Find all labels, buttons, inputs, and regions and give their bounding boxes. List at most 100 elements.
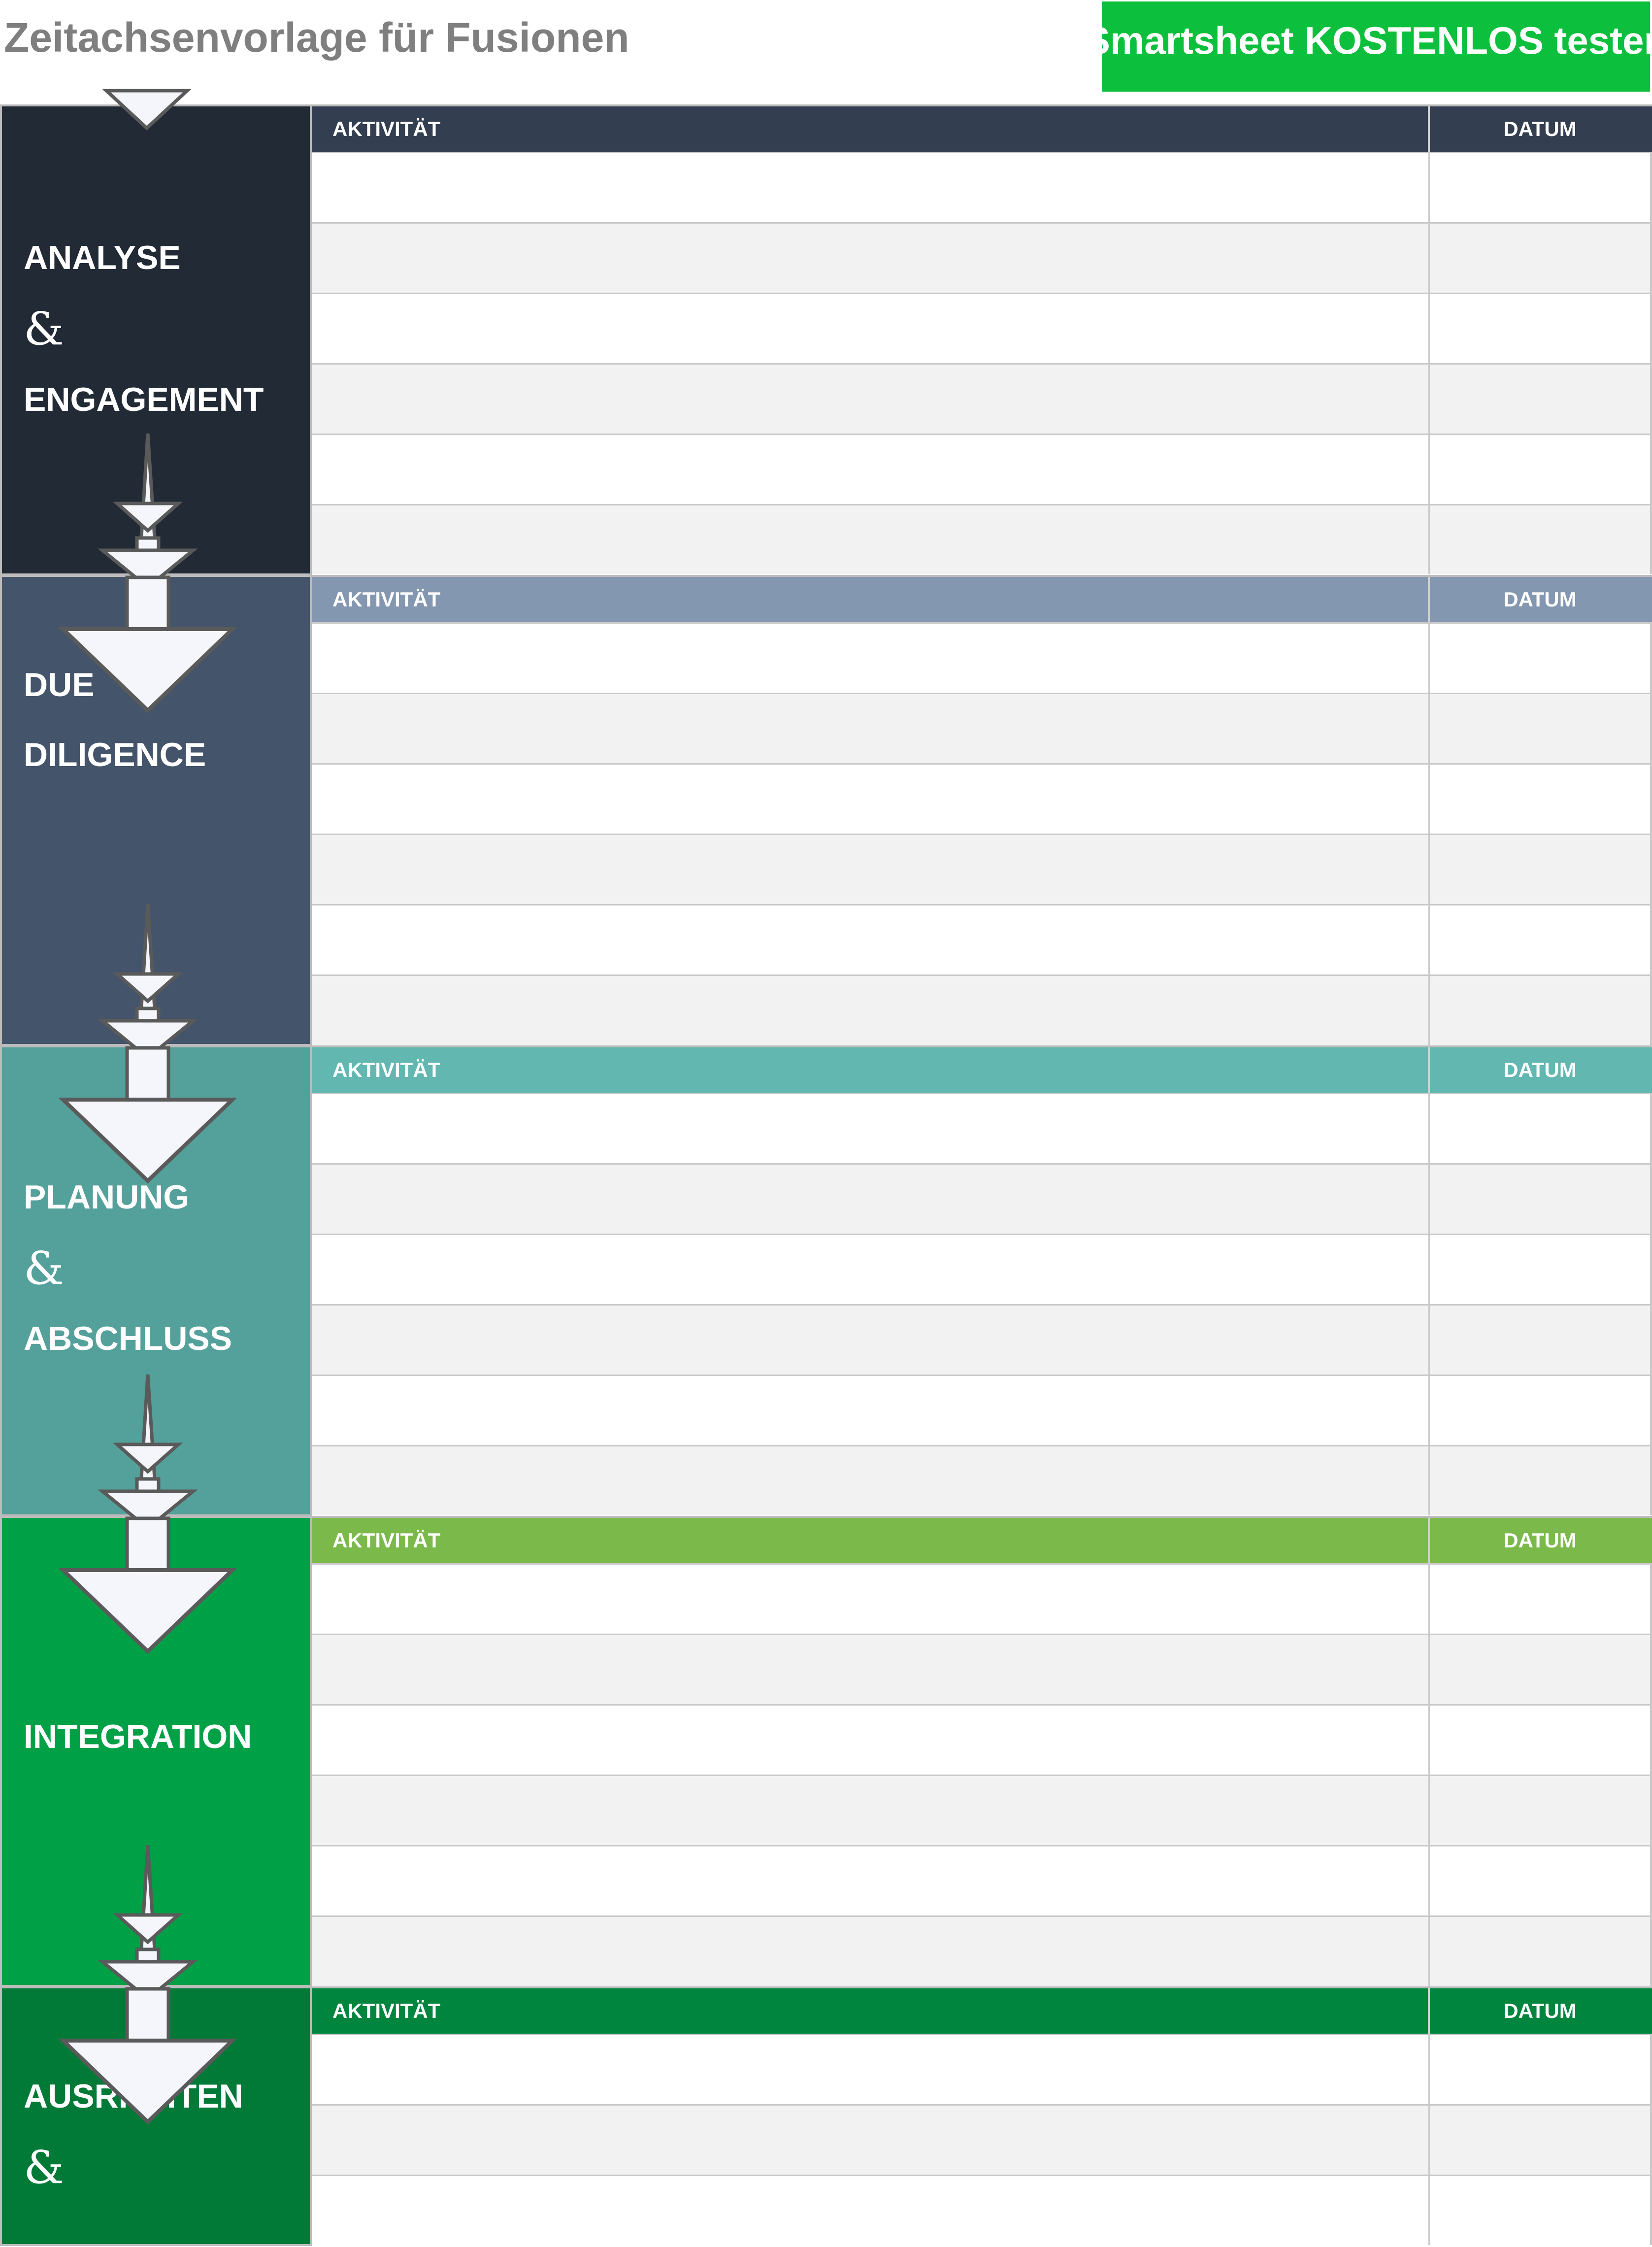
- date-cell[interactable]: [1430, 2176, 1650, 2245]
- date-cell[interactable]: [1430, 1094, 1650, 1163]
- activity-table: AKTIVITÄT DATUM: [312, 1986, 1652, 2245]
- date-cell[interactable]: [1430, 153, 1650, 222]
- activity-cell[interactable]: [312, 835, 1430, 904]
- phase-section: ANALYSE & ENGAGEMENT AKTIVITÄT DATUM: [0, 104, 1652, 575]
- table-row: [312, 1304, 1652, 1375]
- table-row: [312, 1563, 1652, 1634]
- down-arrow-icon: [59, 433, 236, 713]
- date-cell[interactable]: [1430, 1235, 1650, 1304]
- activity-cell[interactable]: [312, 505, 1430, 574]
- date-cell[interactable]: [1430, 1706, 1650, 1775]
- table-row: [312, 1775, 1652, 1845]
- table-header: AKTIVITÄT DATUM: [312, 1047, 1652, 1093]
- table-row: [312, 504, 1652, 574]
- activity-cell[interactable]: [312, 1094, 1430, 1163]
- activity-cell[interactable]: [312, 2176, 1430, 2245]
- date-cell[interactable]: [1430, 1565, 1650, 1634]
- date-cell[interactable]: [1430, 1446, 1650, 1515]
- activity-cell[interactable]: [312, 1306, 1430, 1375]
- phase-ampersand: &: [24, 2141, 64, 2194]
- date-cell[interactable]: [1430, 694, 1650, 763]
- table-row: [312, 1375, 1652, 1445]
- column-header-date: DATUM: [1503, 1058, 1577, 1081]
- activity-cell[interactable]: [312, 1235, 1430, 1304]
- phase-label: ABSCHLUSS: [24, 1320, 232, 1357]
- activity-table: AKTIVITÄT DATUM: [312, 1516, 1652, 1986]
- date-cell[interactable]: [1430, 2106, 1650, 2175]
- table-row: [312, 1093, 1652, 1163]
- column-header-date: DATUM: [1503, 588, 1577, 611]
- activity-cell[interactable]: [312, 294, 1430, 363]
- date-cell[interactable]: [1430, 1846, 1650, 1915]
- date-cell[interactable]: [1430, 224, 1650, 293]
- table-row: [312, 152, 1652, 222]
- small-down-arrow-icon: [102, 89, 191, 131]
- table-row: [312, 2175, 1652, 2245]
- table-row: [312, 1634, 1652, 1704]
- activity-cell[interactable]: [312, 224, 1430, 293]
- activity-cell[interactable]: [312, 1376, 1430, 1445]
- date-cell[interactable]: [1430, 365, 1650, 434]
- activity-cell[interactable]: [312, 1165, 1430, 1234]
- date-cell[interactable]: [1430, 624, 1650, 693]
- table-row: [312, 363, 1652, 434]
- table-row: [312, 222, 1652, 293]
- table-row: [312, 2104, 1652, 2175]
- activity-cell[interactable]: [312, 2106, 1430, 2175]
- activity-cell[interactable]: [312, 906, 1430, 974]
- activity-cell[interactable]: [312, 1706, 1430, 1775]
- table-row: [312, 974, 1652, 1045]
- phase-section: DUE DILIGENCE AKTIVITÄT DATUM: [0, 575, 1652, 1046]
- activity-cell[interactable]: [312, 976, 1430, 1045]
- date-cell[interactable]: [1430, 1165, 1650, 1234]
- activity-cell[interactable]: [312, 624, 1430, 693]
- column-header-date: DATUM: [1503, 1999, 1577, 2022]
- table-header: AKTIVITÄT DATUM: [312, 1518, 1652, 1563]
- smartsheet-trial-button[interactable]: Smartsheet KOSTENLOS testen: [1085, 1, 1652, 92]
- activity-cell[interactable]: [312, 153, 1430, 222]
- page-title: Zeitachsenvorlage für Fusionen: [4, 14, 629, 61]
- date-cell[interactable]: [1430, 765, 1650, 834]
- date-cell[interactable]: [1430, 906, 1650, 974]
- table-row: [312, 904, 1652, 974]
- table-row: [312, 834, 1652, 904]
- activity-cell[interactable]: [312, 1635, 1430, 1704]
- table-header: AKTIVITÄT DATUM: [312, 1988, 1652, 2034]
- activity-table: AKTIVITÄT DATUM: [312, 575, 1652, 1045]
- table-row: [312, 693, 1652, 763]
- activity-cell[interactable]: [312, 1446, 1430, 1515]
- date-cell[interactable]: [1430, 1635, 1650, 1704]
- activity-cell[interactable]: [312, 2035, 1430, 2104]
- date-cell[interactable]: [1430, 1776, 1650, 1845]
- table-row: [312, 293, 1652, 363]
- activity-cell[interactable]: [312, 435, 1430, 504]
- date-cell[interactable]: [1430, 294, 1650, 363]
- column-header-activity: AKTIVITÄT: [312, 1047, 1430, 1093]
- date-cell[interactable]: [1430, 1376, 1650, 1445]
- activity-cell[interactable]: [312, 1565, 1430, 1634]
- date-cell[interactable]: [1430, 835, 1650, 904]
- phase-section: AUSRICHTEN&AKTIVITÄTDATUM: [0, 1986, 1652, 2246]
- date-cell[interactable]: [1430, 2035, 1650, 2104]
- phase-label: ENGAGEMENT: [24, 381, 264, 418]
- column-header-date: DATUM: [1503, 1529, 1577, 1552]
- date-cell[interactable]: [1430, 435, 1650, 504]
- activity-cell[interactable]: [312, 694, 1430, 763]
- date-cell[interactable]: [1430, 976, 1650, 1045]
- activity-cell[interactable]: [312, 1846, 1430, 1915]
- activity-table: AKTIVITÄT DATUM: [312, 1045, 1652, 1515]
- activity-cell[interactable]: [312, 1776, 1430, 1845]
- table-row: [312, 434, 1652, 504]
- date-cell[interactable]: [1430, 1917, 1650, 1986]
- table-header: AKTIVITÄT DATUM: [312, 577, 1652, 622]
- table-row: [312, 763, 1652, 834]
- table-row: [312, 1915, 1652, 1986]
- activity-cell[interactable]: [312, 765, 1430, 834]
- activity-cell[interactable]: [312, 365, 1430, 434]
- down-arrow-icon: [59, 1374, 236, 1654]
- table-header: AKTIVITÄT DATUM: [312, 106, 1652, 152]
- activity-cell[interactable]: [312, 1917, 1430, 1986]
- date-cell[interactable]: [1430, 505, 1650, 574]
- date-cell[interactable]: [1430, 1306, 1650, 1375]
- phase-section: PLANUNG & ABSCHLUSS AKTIVITÄT DATUM: [0, 1045, 1652, 1516]
